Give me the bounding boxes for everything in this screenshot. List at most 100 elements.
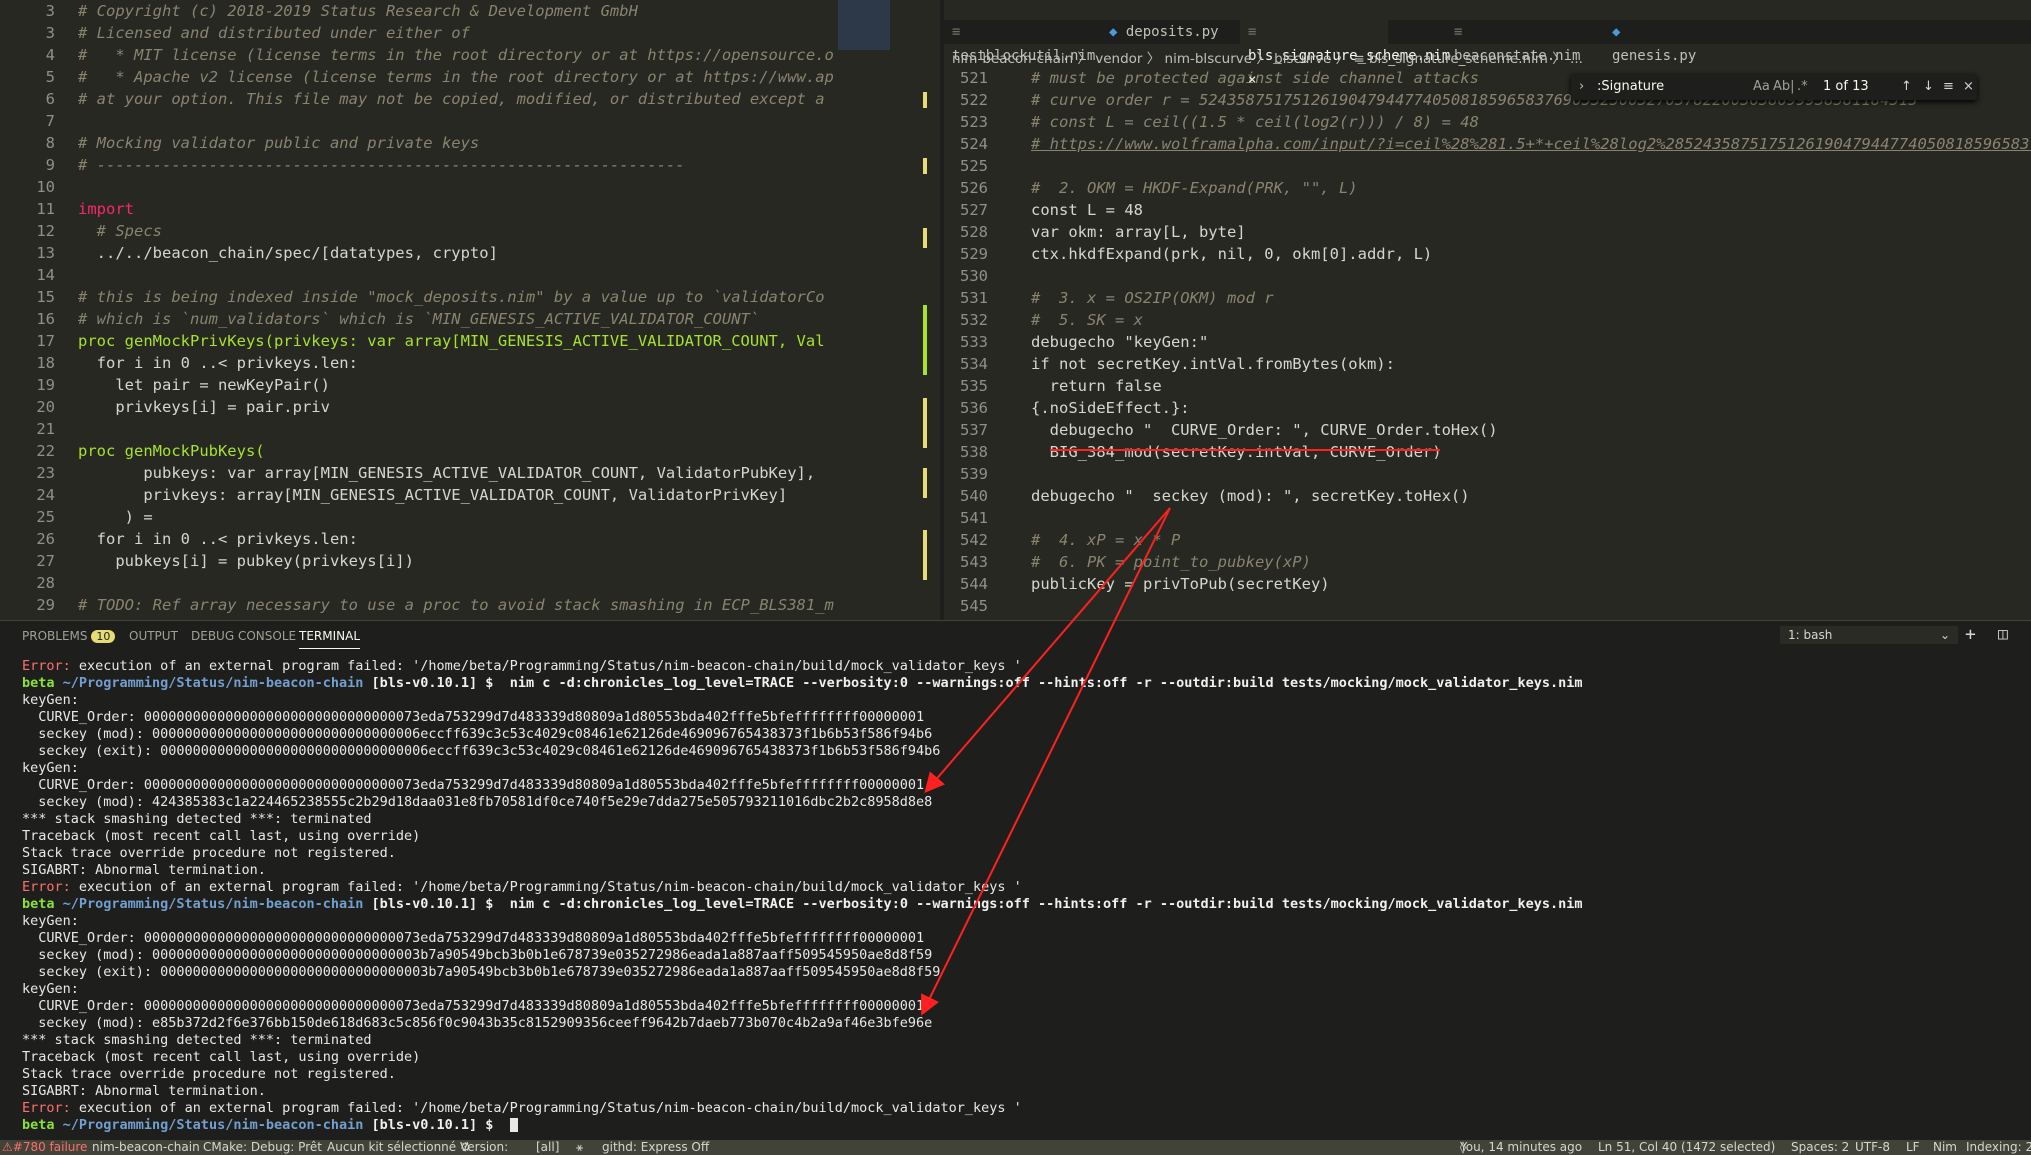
code-line[interactable]: 12 # Specs	[0, 220, 840, 242]
code-line[interactable]: 19 let pair = newKeyPair()	[0, 374, 840, 396]
code-line[interactable]: 528 var okm: array[L, byte]	[944, 221, 2004, 243]
terminal-line: beta ~/Programming/Status/nim-beacon-cha…	[22, 1117, 2002, 1134]
code-line[interactable]: 9 # -------------------------------------…	[0, 154, 840, 176]
code-line[interactable]: 24 privkeys: array[MIN_GENESIS_ACTIVE_VA…	[0, 484, 840, 506]
tab-output[interactable]: OUTPUT	[129, 629, 178, 643]
left-code-lines[interactable]: 3 # Copyright (c) 2018-2019 Status Resear…	[0, 0, 840, 620]
code-line[interactable]: 527 const L = 48	[944, 199, 2004, 221]
code-line[interactable]: 20 privkeys[i] = pair.priv	[0, 396, 840, 418]
code-line[interactable]: 23 pubkeys: var array[MIN_GENESIS_ACTIVE…	[0, 462, 840, 484]
code-line[interactable]: 538 BIG_384_mod(secretKey.intVal, CURVE_…	[944, 441, 2004, 463]
breadcrumb[interactable]: nim-beacon-chain 〉 vendor 〉 nim-blscurve…	[952, 48, 1583, 70]
code-line[interactable]: 535 return false	[944, 375, 2004, 397]
terminal-selector[interactable]: 1: bash ⌄	[1780, 626, 1958, 644]
code-line[interactable]: 25 ) =	[0, 506, 840, 528]
code-line[interactable]: 7	[0, 110, 840, 132]
arrow-up-icon[interactable]: ↑	[1901, 74, 1912, 100]
find-input[interactable]: : Signature	[1597, 74, 1664, 100]
code-line[interactable]: 8 # Mocking validator public and private …	[0, 132, 840, 154]
code-line[interactable]: 531 # 3. x = OS2IP(OKM) mod r	[944, 287, 2004, 309]
code-line[interactable]: 27 pubkeys[i] = pubkey(privkeys[i])	[0, 550, 840, 572]
code-line[interactable]: 532 # 5. SK = x	[944, 309, 2004, 331]
code-line[interactable]: 26 for i in 0 ..< privkeys.len:	[0, 528, 840, 550]
whole-word-toggle[interactable]: Ab|	[1773, 74, 1795, 100]
githd-status[interactable]: githd: Express Off	[602, 1140, 709, 1155]
bug-icon[interactable]: ⚹	[576, 1140, 583, 1155]
terminal-line: Traceback (most recent call last, using …	[22, 828, 421, 844]
encoding[interactable]: UTF-8	[1855, 1140, 1890, 1155]
cursor-position[interactable]: Ln 51, Col 40 (1472 selected)	[1598, 1140, 1775, 1155]
left-minimap[interactable]	[838, 0, 890, 50]
code-line[interactable]: 543 # 6. PK = point_to_pubkey(xP)	[944, 551, 2004, 573]
right-code-lines[interactable]: 521# must be protected against side chan…	[944, 67, 2031, 617]
target-status[interactable]: [all]	[536, 1140, 559, 1155]
code-line[interactable]: 523 # const L = ceil((1.5 * ceil(log2(r))…	[944, 111, 2004, 133]
code-line[interactable]: 14	[0, 264, 840, 286]
code-line[interactable]: 17 proc genMockPrivKeys(privkeys: var arr…	[0, 330, 840, 352]
tab-terminal[interactable]: TERMINAL	[299, 629, 361, 649]
code-line[interactable]: 18 for i in 0 ..< privkeys.len:	[0, 352, 840, 374]
tab-testblockutil[interactable]: ≡ testblockutil.nim	[952, 20, 1095, 64]
close-icon[interactable]: ×	[1248, 72, 1256, 88]
line-ending[interactable]: LF	[1906, 1140, 1920, 1155]
code-line[interactable]: 539	[944, 463, 2004, 485]
code-line[interactable]: 29 # TODO: Ref array necessary to use a p…	[0, 594, 840, 616]
tab-genesis[interactable]: ◆ genesis.py	[1612, 20, 1712, 64]
close-icon[interactable]: ×	[1963, 74, 1974, 100]
code-line[interactable]: 542 # 4. xP = x * P	[944, 529, 2004, 551]
code-line[interactable]: 529 ctx.hkdfExpand(prk, nil, 0, okm[0].ad…	[944, 243, 2004, 265]
code-line[interactable]: 526 # 2. OKM = HKDF-Expand(PRK, "", L)	[944, 177, 2004, 199]
code-line[interactable]: 544 publicKey = privToPub(secretKey)	[944, 573, 2004, 595]
gutter-add-marker	[923, 305, 927, 375]
tab-problems[interactable]: PROBLEMS 10	[22, 629, 116, 643]
code-line[interactable]: 524 # https://www.wolframalpha.com/input/…	[944, 133, 2031, 155]
code-line[interactable]: 21	[0, 418, 840, 440]
find-widget[interactable]: › : Signature Aa Ab| .* 1 of 13 ↑ ↓ ≡ ×	[1571, 74, 1977, 100]
code-line[interactable]: 13 ../../beacon_chain/spec/[datatypes, c…	[0, 242, 840, 264]
arrow-down-icon[interactable]: ↓	[1923, 74, 1934, 100]
code-line[interactable]: 3 # Licensed and distributed under either…	[0, 22, 840, 44]
chevron-right-icon[interactable]: ›	[1579, 74, 1584, 100]
code-line[interactable]: 5 # * Apache v2 license (license terms in…	[0, 66, 840, 88]
code-line[interactable]: 28	[0, 572, 840, 594]
line-number: 539	[960, 465, 988, 483]
code-line[interactable]: 6 # at your option. This file may not be …	[0, 88, 840, 110]
line-number: 20	[36, 398, 55, 416]
code-line[interactable]: 533 debugecho "keyGen:"	[944, 331, 2004, 353]
code-line[interactable]: 15 # this is being indexed inside "mock_d…	[0, 286, 840, 308]
code-line[interactable]: 16 # which is `num_validators` which is `…	[0, 308, 840, 330]
code-line[interactable]: 4 # * MIT license (license terms in the r…	[0, 44, 840, 66]
code-line[interactable]: 22 proc genMockPubKeys(	[0, 440, 840, 462]
cmake-status[interactable]: CMake: Debug: Prêt	[203, 1140, 322, 1155]
code-line[interactable]: 10	[0, 176, 840, 198]
kit-status[interactable]: Aucun kit sélectionné	[327, 1140, 456, 1155]
code-line[interactable]: 545	[944, 595, 2004, 617]
match-case-toggle[interactable]: Aa	[1753, 74, 1770, 100]
build-status[interactable]: ⚠ #780 failure	[2, 1140, 87, 1155]
code-line[interactable]: 540 debugecho " seckey (mod): ", secretKe…	[944, 485, 2004, 507]
language-mode[interactable]: Nim	[1933, 1140, 1957, 1155]
line-number: 12	[36, 222, 55, 240]
code-line[interactable]: 11 import	[0, 198, 840, 220]
regex-toggle[interactable]: .*	[1797, 74, 1808, 100]
tab-bls-signature-scheme[interactable]: ≡ bls_signature_scheme.nim ×	[1240, 20, 1450, 88]
tab-debug-console[interactable]: DEBUG CONSOLE	[191, 629, 296, 643]
selection-find-icon[interactable]: ≡	[1943, 74, 1954, 100]
code-line[interactable]: 525	[944, 155, 2004, 177]
tab-beaconstate[interactable]: ≡ beaconstate.nim	[1454, 20, 1584, 64]
tab-deposits[interactable]: ◆ deposits.py	[1109, 20, 1229, 44]
code-line[interactable]: 536 {.noSideEffect.}:	[944, 397, 2004, 419]
workspace-name[interactable]: nim-beacon-chain	[92, 1140, 200, 1155]
split-terminal-icon[interactable]: ◫	[1998, 624, 2008, 643]
new-terminal-icon[interactable]: +	[1965, 624, 1976, 645]
code-line[interactable]: 541	[944, 507, 2004, 529]
code-line[interactable]: 3 # Copyright (c) 2018-2019 Status Resear…	[0, 0, 840, 22]
terminal-output[interactable]: Error: execution of an external program …	[22, 658, 2002, 1134]
left-editor[interactable]: 3 # Copyright (c) 2018-2019 Status Resear…	[0, 0, 940, 620]
code-line[interactable]: 537 debugecho " CURVE_Order: ", CURVE_Or…	[944, 419, 2004, 441]
line-number: 545	[960, 597, 988, 615]
indentation[interactable]: Spaces: 2	[1791, 1140, 1849, 1155]
code-line[interactable]: 530	[944, 265, 2004, 287]
code-text: BIG_384_mod(secretKey.intVal, CURVE_Orde…	[1031, 443, 1442, 461]
code-line[interactable]: 534 if not secretKey.intVal.fromBytes(okm…	[944, 353, 2004, 375]
